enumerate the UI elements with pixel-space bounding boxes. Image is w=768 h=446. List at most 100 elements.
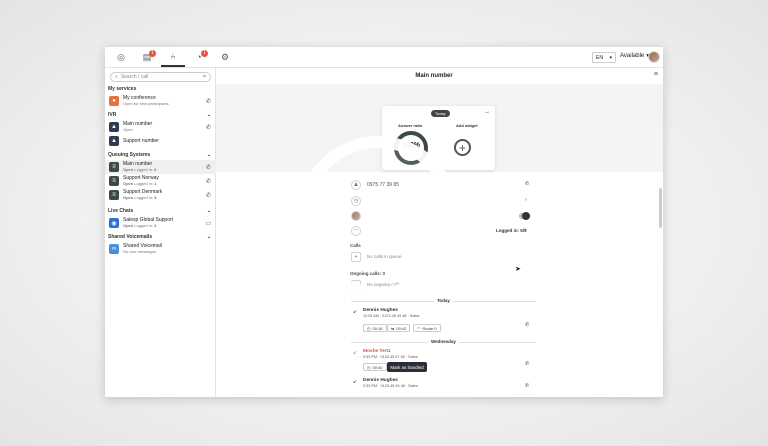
call-log-item[interactable]: ↙ Dennis Hughes 3:33 PM · 0123 45 49 48 … bbox=[351, 378, 529, 394]
queue-icon: ≡ bbox=[109, 176, 119, 186]
chat-icon[interactable]: ▤ 1 bbox=[135, 47, 159, 67]
widget-area: Today → Answer ratio Add widget 100% 5/5… bbox=[216, 84, 663, 172]
switchboard-icon[interactable]: ⑃ bbox=[161, 47, 185, 67]
sidebar-item-support-denmark[interactable]: ≡ Support Denmark Open Logged in: 3 ✆ bbox=[105, 188, 216, 202]
chat-icon: ◉ bbox=[109, 218, 119, 228]
route-chip: ◠ Route 0 bbox=[413, 324, 441, 332]
queue-icon: ≡ bbox=[109, 162, 119, 172]
play-icon bbox=[367, 186, 422, 250]
chevron-down-icon[interactable]: ⌄ bbox=[207, 152, 211, 158]
timer-icon: ◷ bbox=[367, 325, 371, 331]
chat-bubble-icon[interactable]: ▭ bbox=[205, 220, 211, 227]
section-shared-voicemails: Shared Voicemails ⌄ bbox=[108, 234, 211, 240]
section-my-services: My services bbox=[108, 86, 211, 92]
incoming-call-icon: ↙ bbox=[353, 309, 358, 315]
mouse-cursor-icon: ➤ bbox=[515, 266, 521, 273]
item-subtitle: Open for new participants bbox=[123, 101, 169, 106]
status-dropdown[interactable]: Available▾ bbox=[620, 52, 649, 60]
phone-icon[interactable]: ✆ bbox=[206, 164, 211, 171]
sidebar-item-support-norway[interactable]: ≡ Support Norway Open Logged in: 1 ✆ bbox=[105, 174, 216, 188]
sidebar-item-main-number-queue[interactable]: ≡ Main number Open Logged in: 6 ✆ bbox=[105, 160, 216, 174]
queue-toggle[interactable] bbox=[519, 212, 530, 220]
chevron-right-icon[interactable]: › bbox=[525, 227, 527, 233]
conference-icon: ● bbox=[109, 96, 119, 106]
wait-time-chip: ◷ 00:40 bbox=[363, 363, 387, 371]
transfer-icon: ⇆ bbox=[391, 325, 395, 331]
dialpad-icon[interactable]: ⌗ bbox=[203, 74, 206, 80]
scrollbar[interactable] bbox=[659, 188, 662, 228]
sidebar-item-main-number-ivr[interactable]: ▲ Main number Open ✆ bbox=[105, 120, 216, 134]
avatar[interactable] bbox=[648, 51, 660, 63]
phone-icon[interactable]: ✆ bbox=[206, 124, 211, 131]
notification-badge: 1 bbox=[201, 50, 208, 57]
item-subtitle: Open Logged in: 1 bbox=[123, 181, 157, 186]
item-subtitle: No new messages bbox=[123, 249, 156, 254]
item-subtitle: Open Logged in: 3 bbox=[123, 223, 157, 228]
sidebar-item-shared-voicemail[interactable]: ∞ Shared Voicemail No new messages bbox=[105, 242, 216, 256]
headset-icon: ◠ bbox=[417, 325, 421, 331]
item-title: Support number bbox=[123, 138, 159, 144]
add-widget-button[interactable]: + bbox=[454, 139, 471, 156]
section-ivr: IVR ⌄ bbox=[108, 112, 211, 118]
language-select[interactable]: EN ▾ bbox=[592, 52, 616, 63]
phone-icon[interactable]: ✆ bbox=[525, 361, 529, 367]
phone-icon[interactable]: ✆ bbox=[525, 181, 529, 187]
call-meta: 3:33 PM · 0123 45 49 48 · Sales bbox=[363, 384, 418, 388]
mark-as-handled-button[interactable]: Mark as handled bbox=[387, 362, 427, 372]
page-title: Main number bbox=[415, 73, 453, 79]
incoming-call-icon: ↙ bbox=[353, 379, 358, 385]
menu-icon[interactable]: ≡ bbox=[654, 71, 658, 78]
call-log-item[interactable]: ↙ Moshe Tertz 3:33 PM · 0123 45 67 89 · … bbox=[351, 349, 529, 375]
call-meta: 11:29 AM · 0123 45 49 48 · Sales bbox=[363, 314, 420, 318]
call-duration-chip: ⇆ 00:42 bbox=[387, 324, 411, 332]
phone-icon[interactable]: ✆ bbox=[525, 322, 529, 328]
notification-badge: 1 bbox=[149, 50, 156, 57]
globe-icon[interactable]: ◎ bbox=[109, 47, 133, 67]
section-title: My services bbox=[108, 86, 137, 92]
period-pill[interactable]: Today bbox=[431, 110, 450, 117]
chevron-down-icon[interactable]: ⌄ bbox=[207, 112, 211, 118]
date-label-wednesday: Wednesday bbox=[428, 339, 459, 344]
ivr-icon: ▲ bbox=[109, 136, 119, 146]
section-title: Queuing Systems bbox=[108, 152, 151, 158]
phone-icon[interactable]: ✆ bbox=[206, 98, 211, 105]
section-live-chats: Live Chats ⌄ bbox=[108, 208, 211, 214]
timer-icon: ◷ bbox=[367, 364, 371, 370]
sidebar-item-support-number[interactable]: ▲ Support number bbox=[105, 134, 216, 148]
sidebar-item-conference[interactable]: ● My conference Open for new participant… bbox=[105, 94, 216, 108]
caller-name: Moshe Tertz bbox=[363, 349, 391, 354]
arrow-right-icon[interactable]: → bbox=[484, 109, 490, 115]
search-input[interactable]: ⌕ Search / call ⌗ bbox=[110, 72, 211, 82]
section-title: Live Chats bbox=[108, 208, 134, 214]
phone-icon[interactable]: ✆ bbox=[206, 192, 211, 199]
logged-in-count: Logged in: 5/5 bbox=[496, 228, 527, 233]
bell-icon[interactable]: ◔ 1 bbox=[187, 47, 211, 67]
chevron-down-icon: ▾ bbox=[609, 54, 612, 61]
call-log-item[interactable]: ↙ Dennis Hughes 11:29 AM · 0123 45 49 48… bbox=[351, 308, 529, 338]
ivr-icon: ▲ bbox=[109, 122, 119, 132]
caller-name: Dennis Hughes bbox=[363, 308, 398, 313]
gear-icon[interactable]: ⚙ bbox=[213, 47, 237, 67]
missed-call-icon: ↙ bbox=[353, 350, 358, 356]
answer-ratio-label: Answer ratio bbox=[398, 123, 423, 128]
play-button[interactable] bbox=[297, 136, 460, 299]
item-subtitle: Open Logged in: 6 bbox=[123, 167, 157, 172]
language-value: EN bbox=[596, 54, 603, 61]
chevron-right-icon[interactable]: › bbox=[525, 197, 527, 203]
chevron-down-icon[interactable]: ⌄ bbox=[207, 208, 211, 214]
search-placeholder: Search / call bbox=[120, 74, 149, 80]
phone-icon[interactable]: ✆ bbox=[206, 178, 211, 185]
sidebar-item-global-support[interactable]: ◉ Salesp Global Support Open Logged in: … bbox=[105, 216, 216, 230]
search-icon: ⌕ bbox=[115, 74, 118, 80]
wait-time-chip: ◷ 00:16 bbox=[363, 324, 387, 332]
add-widget-label: Add widget bbox=[456, 123, 478, 128]
sidebar: ⌕ Search / call ⌗ My services ● My confere… bbox=[105, 68, 216, 397]
caller-name: Dennis Hughes bbox=[363, 378, 398, 383]
item-subtitle: Open bbox=[123, 127, 133, 132]
voicemail-icon: ∞ bbox=[109, 244, 119, 254]
call-meta: 3:33 PM · 0123 45 67 89 · Sales bbox=[363, 355, 418, 359]
section-queuing: Queuing Systems ⌄ bbox=[108, 152, 211, 158]
section-title: IVR bbox=[108, 112, 117, 118]
phone-icon[interactable]: ✆ bbox=[525, 383, 529, 389]
chevron-down-icon[interactable]: ⌄ bbox=[207, 234, 211, 240]
